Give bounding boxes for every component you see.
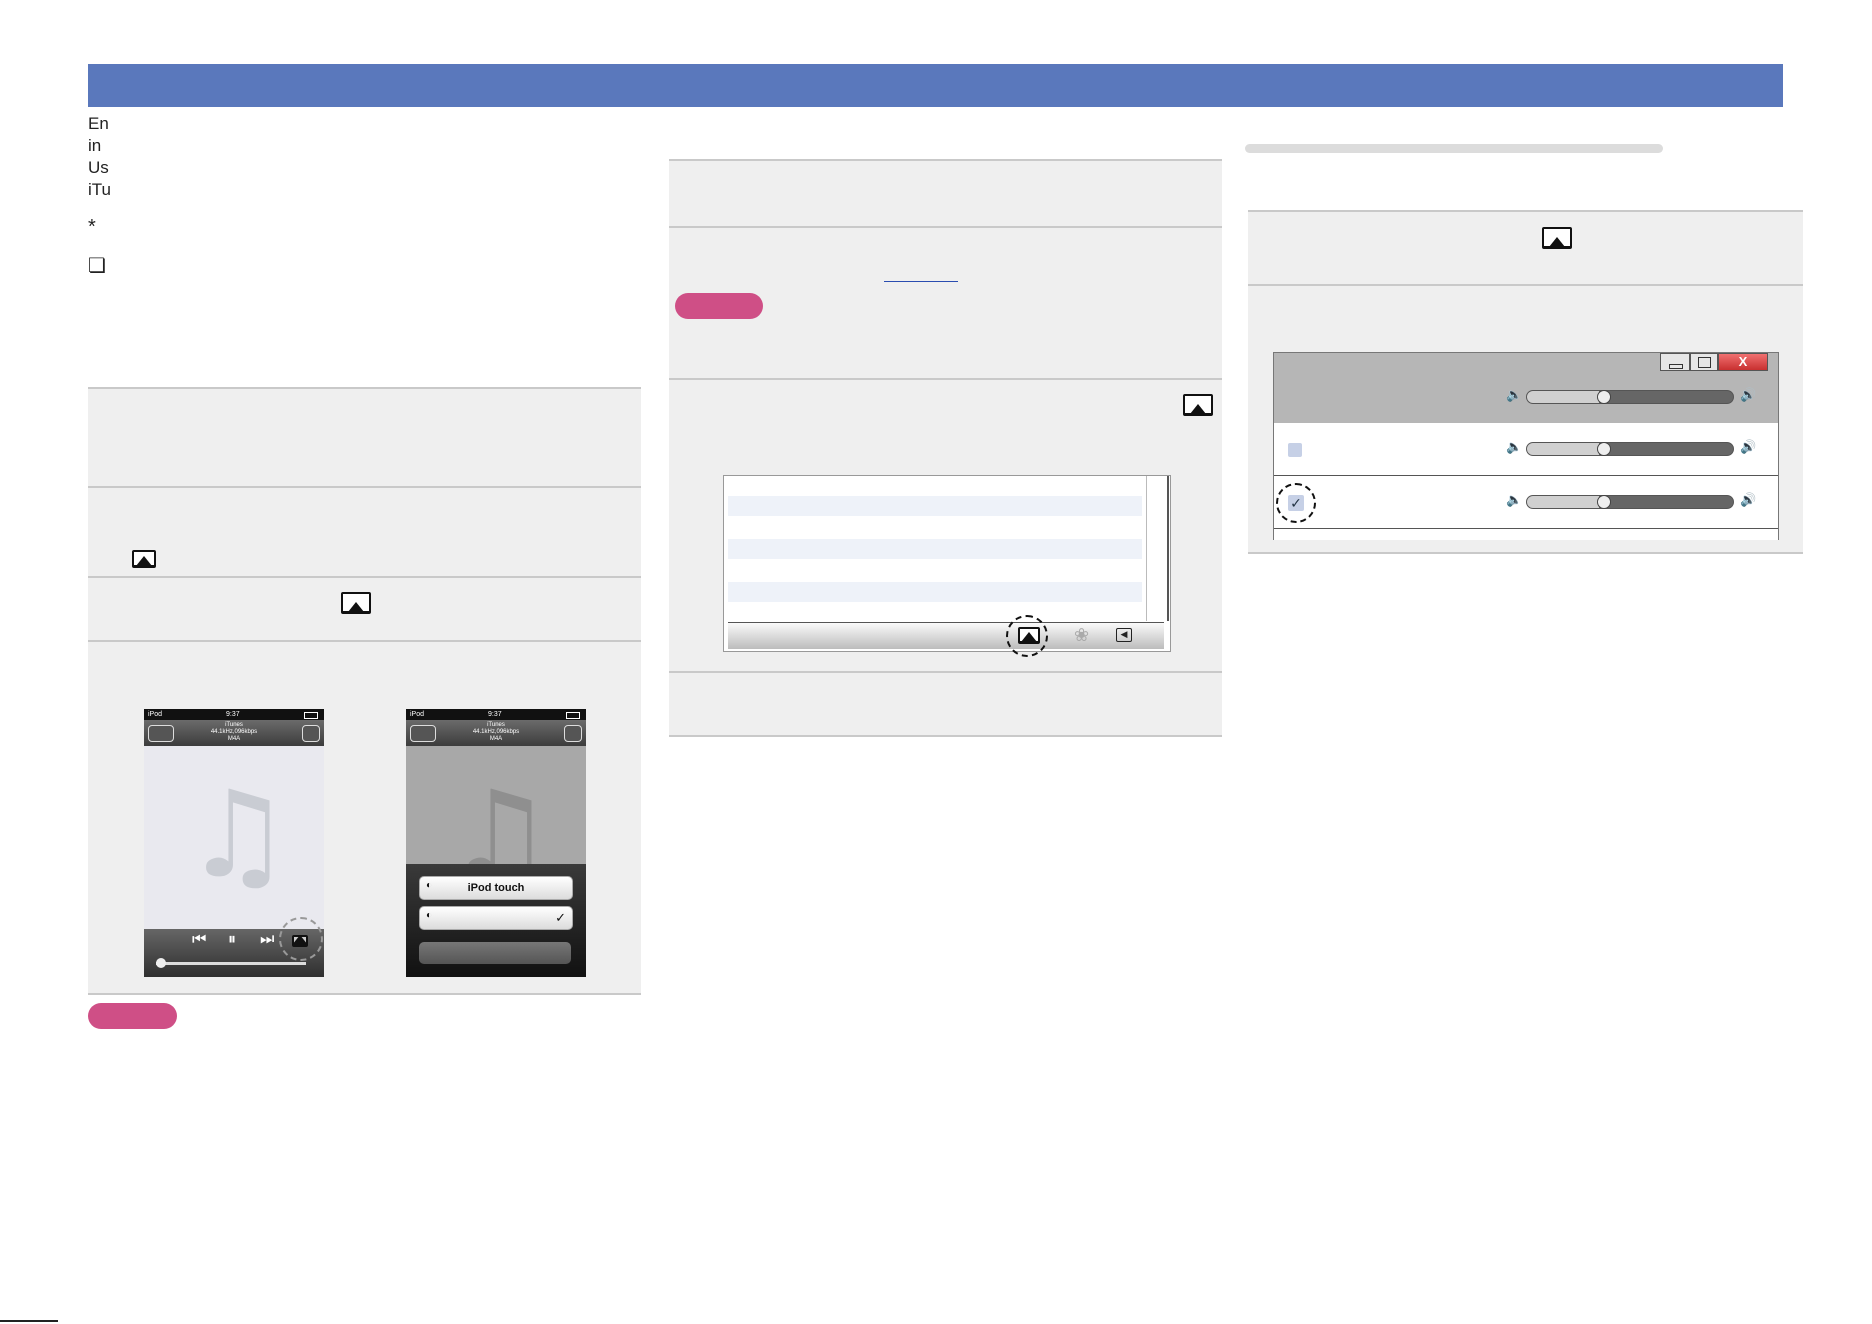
hide-artwork-icon[interactable]: ◀ — [1116, 628, 1132, 642]
volume-high-icon: 🔊 — [1740, 388, 1757, 403]
track-list-icon[interactable] — [564, 725, 582, 742]
speaker-volume-slider[interactable] — [1526, 442, 1734, 456]
middle-step-4 — [669, 671, 1222, 737]
pause-icon[interactable]: ⏸ — [228, 931, 236, 949]
previous-track-icon[interactable]: ⏮ — [192, 931, 206, 949]
speaker-row-computer: 🔈 🔊 — [1274, 423, 1778, 476]
music-note-icon: ♫ — [446, 766, 554, 864]
middle-step-1 — [669, 159, 1222, 227]
speaker-icon: ◐ — [426, 910, 433, 921]
itunes-bottom-bar: ❀ ◀ — [728, 622, 1164, 649]
itunes-window: ❀ ◀ — [723, 475, 1171, 657]
battery-icon — [566, 712, 580, 719]
checkbox-bullet: ❏ — [88, 255, 106, 277]
left-step-3 — [88, 576, 641, 641]
speaker-volume-knob[interactable] — [1597, 442, 1611, 456]
master-volume-slider[interactable] — [1526, 390, 1734, 404]
highlight-circle — [279, 917, 323, 961]
nav-bar: iTunes 44.1kHz,096kbps M4A — [144, 720, 324, 746]
note-badge — [88, 1003, 177, 1029]
volume-low-icon: 🔈 — [1506, 440, 1523, 455]
status-device-label: iPod — [410, 711, 425, 718]
music-note-icon: ♫ — [184, 766, 292, 905]
middle-step-2 — [669, 226, 1222, 379]
battery-icon — [304, 712, 318, 719]
nav-bar: iTunes 44.1kHz,096kbps M4A — [406, 720, 586, 746]
menu-item-label: iPod touch — [467, 882, 525, 894]
list-row — [728, 539, 1142, 559]
list-row — [728, 582, 1142, 602]
left-step-2 — [88, 486, 641, 577]
speaker-checkbox[interactable] — [1288, 443, 1302, 457]
speaker-row-receiver: ✓ 🔈 🔊 — [1274, 476, 1778, 529]
next-track-icon[interactable]: ⏭ — [260, 931, 274, 949]
back-arrow-icon[interactable] — [148, 725, 174, 742]
volume-low-icon: 🔈 — [1506, 388, 1523, 403]
progress-knob[interactable] — [156, 958, 166, 968]
page-link[interactable] — [884, 280, 958, 282]
cancel-button[interactable] — [419, 942, 571, 964]
right-step-1 — [1248, 210, 1803, 285]
speaker-volume-slider[interactable] — [1526, 495, 1734, 509]
section-heading-bar — [1245, 144, 1663, 153]
progress-track[interactable] — [156, 962, 306, 965]
margin-text-line-3: Us — [88, 158, 109, 177]
volume-window-header: X 🔈 🔊 — [1273, 352, 1779, 424]
middle-step-3: ❀ ◀ — [669, 378, 1222, 672]
airplay-icon — [341, 592, 371, 614]
genius-icon[interactable]: ❀ — [1074, 625, 1089, 646]
list-row — [728, 496, 1142, 516]
right-step-2: X 🔈 🔊 🔈 🔊 ✓ 🔈 🔊 — [1248, 284, 1803, 554]
maximize-button[interactable] — [1690, 353, 1718, 371]
volume-high-icon: 🔊 — [1740, 493, 1757, 508]
volume-high-icon: 🔊 — [1740, 440, 1757, 455]
volume-low-icon: 🔈 — [1506, 493, 1523, 508]
track-list-icon[interactable] — [302, 725, 320, 742]
asterisk-mark: * — [88, 216, 96, 238]
highlight-circle — [1276, 483, 1316, 523]
status-device-label: iPod — [148, 711, 163, 718]
ipod-screen-now-playing: iPod 9:37 iTunes 44.1kHz,096kbps M4A ♫ ⏮… — [144, 709, 324, 977]
menu-item-ipod-touch[interactable]: ◐ iPod touch — [419, 876, 573, 900]
master-volume-knob[interactable] — [1597, 390, 1611, 404]
ipod-screen-airplay-menu: iPod 9:37 iTunes 44.1kHz,096kbps M4A ♫ ◐… — [406, 709, 586, 977]
minimize-icon — [1669, 364, 1683, 369]
status-time: 9:37 — [488, 711, 502, 718]
airplay-icon — [1542, 227, 1572, 249]
close-icon: X — [1738, 354, 1748, 369]
scrollbar[interactable] — [1146, 476, 1169, 621]
status-time: 9:37 — [226, 711, 240, 718]
back-arrow-icon[interactable] — [410, 725, 436, 742]
status-bar: iPod 9:37 — [406, 709, 586, 720]
close-button[interactable]: X — [1718, 353, 1768, 371]
footer-rule — [0, 1320, 58, 1322]
airplay-device-menu: ◐ iPod touch ◐ ✓ — [406, 864, 586, 977]
margin-text-line-2: in — [88, 136, 102, 155]
album-art-placeholder: ♫ — [144, 746, 324, 929]
minimize-button[interactable] — [1660, 353, 1690, 371]
speaker-volume-knob[interactable] — [1597, 495, 1611, 509]
speaker-list: 🔈 🔊 ✓ 🔈 🔊 — [1273, 423, 1779, 540]
menu-item-receiver[interactable]: ◐ ✓ — [419, 906, 573, 930]
margin-text-line-1: En — [88, 114, 109, 133]
airplay-icon — [1183, 394, 1213, 416]
left-step-4: iPod 9:37 iTunes 44.1kHz,096kbps M4A ♫ ⏮… — [88, 640, 641, 995]
margin-text-line-4: iTu — [88, 180, 111, 199]
highlight-circle — [1006, 615, 1048, 657]
header-bar — [88, 64, 1783, 107]
maximize-icon — [1698, 357, 1711, 368]
checkmark-icon: ✓ — [555, 910, 566, 925]
album-art-dimmed: ♫ — [406, 746, 586, 864]
left-step-1 — [88, 387, 641, 487]
status-bar: iPod 9:37 — [144, 709, 324, 720]
note-badge — [675, 293, 763, 319]
airplay-icon — [132, 550, 156, 568]
